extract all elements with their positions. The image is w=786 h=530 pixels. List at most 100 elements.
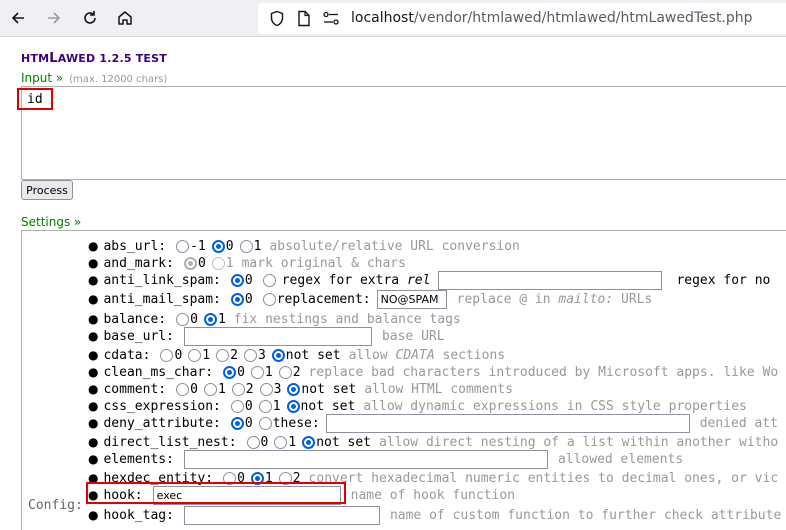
- option-label: 1: [225, 255, 234, 271]
- home-icon[interactable]: [115, 8, 135, 28]
- setting-key: direct_list_nest:: [103, 434, 237, 450]
- bullet-icon: ●: [88, 256, 99, 270]
- anti-mail-spam-radio-0[interactable]: [230, 292, 244, 306]
- option-label: 1: [264, 364, 273, 380]
- setting-direct-list-nest: ● direct_list_nest: 0 1 not set allow di…: [88, 433, 778, 451]
- cdata-radio-2[interactable]: [216, 348, 230, 362]
- bullet-icon: ●: [88, 273, 99, 287]
- setting-description: name of hook function: [350, 487, 515, 503]
- deny-attribute-radio-these[interactable]: [258, 416, 272, 430]
- shield-icon[interactable]: [269, 10, 285, 31]
- comment-radio-not-set[interactable]: [287, 382, 301, 396]
- comment-radio-0[interactable]: [176, 382, 190, 396]
- bullet-icon: ●: [88, 329, 99, 343]
- option-label: 2: [292, 364, 301, 380]
- setting-description: allow: [348, 347, 388, 363]
- clean-ms-char-radio-1[interactable]: [250, 365, 264, 379]
- setting-description: convert hexadecimal numeric entities to …: [308, 470, 779, 486]
- setting-description: mark original & chars: [241, 255, 406, 271]
- option-label: 0: [244, 398, 253, 414]
- bullet-icon: ●: [88, 452, 99, 466]
- balance-radio-1[interactable]: [203, 312, 217, 326]
- anti-mail-spam-radio-replace[interactable]: [262, 292, 276, 306]
- cdata-radio-0[interactable]: [160, 348, 174, 362]
- cdata-radio-1[interactable]: [188, 348, 202, 362]
- option-label: not set: [301, 381, 357, 397]
- option-label: 1: [217, 311, 226, 327]
- forward-arrow-icon[interactable]: [44, 8, 64, 28]
- option-label: 1: [253, 238, 262, 254]
- setting-description: denied att: [699, 415, 778, 431]
- option-label: 2: [230, 347, 238, 363]
- anti-link-spam-radio-0[interactable]: [230, 273, 244, 287]
- setting-key: anti_mail_spam:: [103, 291, 221, 307]
- setting-description-em: CDATA: [395, 347, 435, 363]
- option-label: not set: [285, 347, 341, 363]
- setting-description: absolute/relative URL conversion: [269, 238, 520, 254]
- option-label: regex for no: [676, 272, 771, 288]
- comment-radio-1[interactable]: [203, 382, 217, 396]
- cdata-radio-not-set[interactable]: [271, 348, 285, 362]
- page-icon[interactable]: [297, 10, 311, 31]
- url-text[interactable]: localhost/vendor/htmlawed/htmlawed/htmLa…: [351, 10, 753, 26]
- bullet-icon: ●: [88, 312, 99, 326]
- abs-url-radio-neg1[interactable]: [176, 239, 190, 253]
- back-arrow-icon[interactable]: [8, 8, 28, 28]
- deny-attribute-input[interactable]: [325, 413, 690, 433]
- option-label: 1: [202, 347, 211, 363]
- abs-url-radio-1[interactable]: [239, 239, 253, 253]
- setting-key: balance:: [103, 311, 167, 327]
- input-textarea[interactable]: id: [21, 86, 786, 180]
- option-label: 0: [237, 364, 245, 380]
- abs-url-radio-0[interactable]: [211, 239, 225, 253]
- url-bar[interactable]: localhost/vendor/htmlawed/htmlawed/htmLa…: [258, 3, 786, 34]
- clean-ms-char-radio-0[interactable]: [223, 365, 237, 379]
- setting-key: and_mark:: [103, 255, 174, 271]
- option-label: not set: [316, 434, 371, 450]
- anti-link-spam-input-1[interactable]: [438, 270, 663, 290]
- anti-mail-spam-input[interactable]: NO@SPAM: [376, 289, 447, 309]
- cdata-radio-3[interactable]: [243, 348, 257, 362]
- comment-radio-3[interactable]: [259, 382, 273, 396]
- direct-list-nest-radio-1[interactable]: [274, 435, 288, 449]
- setting-key: base_url:: [103, 328, 174, 344]
- balance-radio-0[interactable]: [176, 312, 190, 326]
- css-expression-radio-1[interactable]: [258, 399, 272, 413]
- connection-icon[interactable]: [322, 11, 340, 30]
- settings-label[interactable]: Settings »: [21, 215, 81, 229]
- direct-list-nest-radio-not-set[interactable]: [302, 435, 316, 449]
- bullet-icon: ●: [88, 508, 99, 522]
- setting-clean-ms-char: ● clean_ms_char: 0 1 2 replace bad chara…: [88, 363, 778, 381]
- process-button[interactable]: Process: [21, 180, 73, 200]
- option-label: 1: [217, 381, 226, 397]
- option-label: 0: [225, 238, 234, 254]
- setting-key: css_expression:: [103, 398, 221, 414]
- input-label[interactable]: Input » (max. 12000 chars): [21, 71, 167, 85]
- config-label: Config:: [28, 498, 83, 513]
- setting-description: name of custom function to further check…: [389, 507, 786, 523]
- base-url-input[interactable]: [183, 326, 372, 346]
- option-label: these:: [272, 415, 320, 431]
- setting-abs-url: ● abs_url: -1 0 1 absolute/relative URL …: [88, 237, 520, 255]
- hook-tag-input[interactable]: [183, 505, 380, 525]
- css-expression-radio-not-set[interactable]: [286, 399, 300, 413]
- anti-link-spam-radio-regex[interactable]: [262, 273, 276, 287]
- option-label-em: rel: [406, 272, 431, 288]
- setting-description: base URL: [381, 328, 445, 344]
- direct-list-nest-radio-0[interactable]: [246, 435, 260, 449]
- bullet-icon: ●: [88, 365, 99, 379]
- reload-icon[interactable]: [80, 8, 100, 28]
- setting-key: cdata:: [103, 347, 151, 363]
- css-expression-radio-0[interactable]: [230, 399, 244, 413]
- deny-attribute-radio-0[interactable]: [230, 416, 244, 430]
- bullet-icon: ●: [88, 382, 99, 396]
- comment-radio-2[interactable]: [231, 382, 245, 396]
- option-label: not set: [300, 398, 356, 414]
- setting-hook-tag: ● hook_tag: name of custom function to f…: [88, 505, 786, 525]
- setting-key: elements:: [103, 451, 174, 467]
- clean-ms-char-radio-2[interactable]: [278, 365, 292, 379]
- and-mark-radio-0[interactable]: [183, 256, 197, 270]
- and-mark-radio-1[interactable]: [211, 256, 225, 270]
- setting-anti-mail-spam: ● anti_mail_spam: 0 replacement: NO@SPAM…: [88, 289, 652, 309]
- elements-input[interactable]: [183, 449, 548, 469]
